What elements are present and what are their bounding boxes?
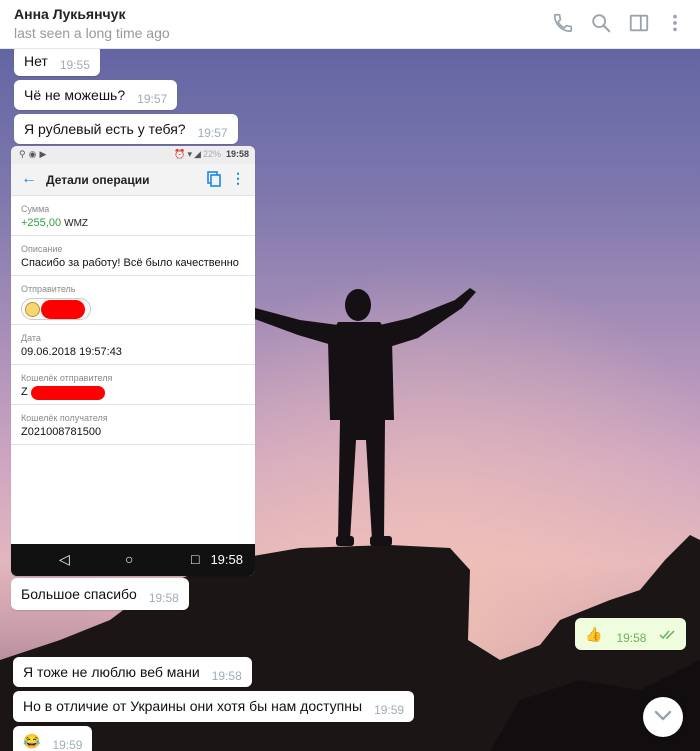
sidebar-toggle-icon[interactable] bbox=[628, 12, 650, 34]
message-bubble[interactable]: Но в отличие от Украины они хотя бы нам … bbox=[13, 691, 415, 722]
message-text: Большое спасибо bbox=[21, 586, 137, 602]
message-emoji: 😂 bbox=[23, 733, 41, 749]
field-description: Описание Спасибо за работу! Всё было кач… bbox=[11, 236, 255, 276]
search-icon[interactable] bbox=[590, 12, 612, 34]
message-time: 19:57 bbox=[197, 126, 228, 140]
message-text: Но в отличие от Украины они хотя бы нам … bbox=[23, 698, 363, 714]
nav-back-icon: ◁ bbox=[59, 551, 70, 567]
double-check-icon bbox=[659, 630, 675, 640]
field-value: 09.06.2018 19:57:43 bbox=[21, 346, 122, 358]
field-label: Сумма bbox=[21, 204, 50, 214]
field-value: Z021008781500 bbox=[21, 426, 102, 438]
message-text: Я рублевый есть у тебя? bbox=[24, 121, 186, 137]
field-value: Z bbox=[21, 386, 28, 398]
message-bubble[interactable]: Я рублевый есть у тебя? 19:57 bbox=[14, 114, 238, 144]
app-bar: ← Детали операции ⋮ bbox=[11, 164, 255, 196]
copy-icon bbox=[207, 171, 221, 187]
field-recipient-wallet: Кошелёк получателя Z021008781500 bbox=[11, 405, 255, 445]
message-time: 19:58 bbox=[616, 631, 647, 645]
field-value: Спасибо за работу! Всё было качественно bbox=[21, 257, 239, 269]
message-bubble[interactable]: Чё не можешь? 19:57 bbox=[14, 80, 178, 110]
message-bubble[interactable]: Нет 19:55 bbox=[14, 45, 100, 76]
image-message[interactable]: ⚲◉▶ ⏰▾◢22% 19:58 ← Детали операции ⋮ Сум… bbox=[11, 146, 255, 576]
back-arrow-icon: ← bbox=[21, 170, 37, 187]
chevron-down-icon bbox=[654, 710, 672, 721]
field-sender: Отправитель bbox=[11, 276, 255, 325]
message-text: Чё не можешь? bbox=[24, 87, 126, 103]
more-vertical-icon[interactable] bbox=[664, 12, 686, 34]
redaction-mark bbox=[41, 300, 85, 319]
message-emoji: 👍 bbox=[585, 626, 603, 642]
message-bubble[interactable]: Большое спасибо 19:58 bbox=[11, 578, 189, 610]
android-nav-bar: ◁ ○ □ 19:58 bbox=[11, 544, 255, 576]
message-time: 19:59 bbox=[374, 703, 405, 717]
phone-icon[interactable] bbox=[552, 12, 574, 34]
amount-value: +255,00 bbox=[21, 217, 62, 229]
field-sender-wallet: Кошелёк отправителя Z bbox=[11, 365, 255, 405]
phone-clock: 19:58 bbox=[225, 149, 249, 159]
currency-unit: WMZ bbox=[64, 218, 89, 229]
nav-clock: 19:58 bbox=[210, 552, 243, 567]
contact-status: last seen a long time ago bbox=[14, 25, 170, 41]
message-time: 19:59 bbox=[52, 738, 83, 751]
status-icons-right: ⏰▾◢22% bbox=[174, 149, 221, 159]
message-text: Я тоже не люблю веб мани bbox=[23, 664, 200, 680]
message-time: 19:57 bbox=[137, 92, 168, 106]
message-time: 19:58 bbox=[211, 669, 242, 683]
redaction-mark bbox=[31, 386, 105, 400]
field-label: Дата bbox=[21, 333, 41, 343]
field-date: Дата 09.06.2018 19:57:43 bbox=[11, 325, 255, 365]
message-time: 19:58 bbox=[148, 591, 179, 605]
message-text: Нет bbox=[24, 53, 48, 69]
contact-name[interactable]: Анна Лукьянчук bbox=[14, 6, 125, 22]
field-label: Описание bbox=[21, 244, 63, 254]
battery-level: 22% bbox=[202, 149, 221, 159]
message-bubble[interactable]: Я тоже не люблю веб мани 19:58 bbox=[13, 657, 252, 687]
field-label: Кошелёк получателя bbox=[21, 413, 108, 423]
kebab-menu-icon: ⋮ bbox=[231, 170, 245, 186]
message-bubble[interactable]: 😂 19:59 bbox=[13, 726, 93, 751]
field-value: +255,00 WMZ bbox=[21, 217, 88, 229]
message-time: 19:55 bbox=[59, 58, 90, 72]
phone-status-bar: ⚲◉▶ ⏰▾◢22% 19:58 bbox=[11, 146, 255, 164]
status-icons-left: ⚲◉▶ bbox=[19, 149, 50, 159]
sender-avatar bbox=[25, 302, 40, 317]
nav-recents-icon: □ bbox=[191, 551, 200, 567]
nav-home-icon: ○ bbox=[125, 551, 134, 567]
scroll-to-bottom-button[interactable] bbox=[643, 697, 683, 737]
field-label: Кошелёк отправителя bbox=[21, 373, 113, 383]
operation-title: Детали операции bbox=[46, 173, 150, 187]
outgoing-message-bubble[interactable]: 👍 19:58 bbox=[575, 618, 686, 650]
field-label: Отправитель bbox=[21, 284, 76, 294]
chat-header: Анна Лукьянчук last seen a long time ago bbox=[0, 0, 700, 49]
field-amount: Сумма +255,00 WMZ bbox=[11, 196, 255, 236]
